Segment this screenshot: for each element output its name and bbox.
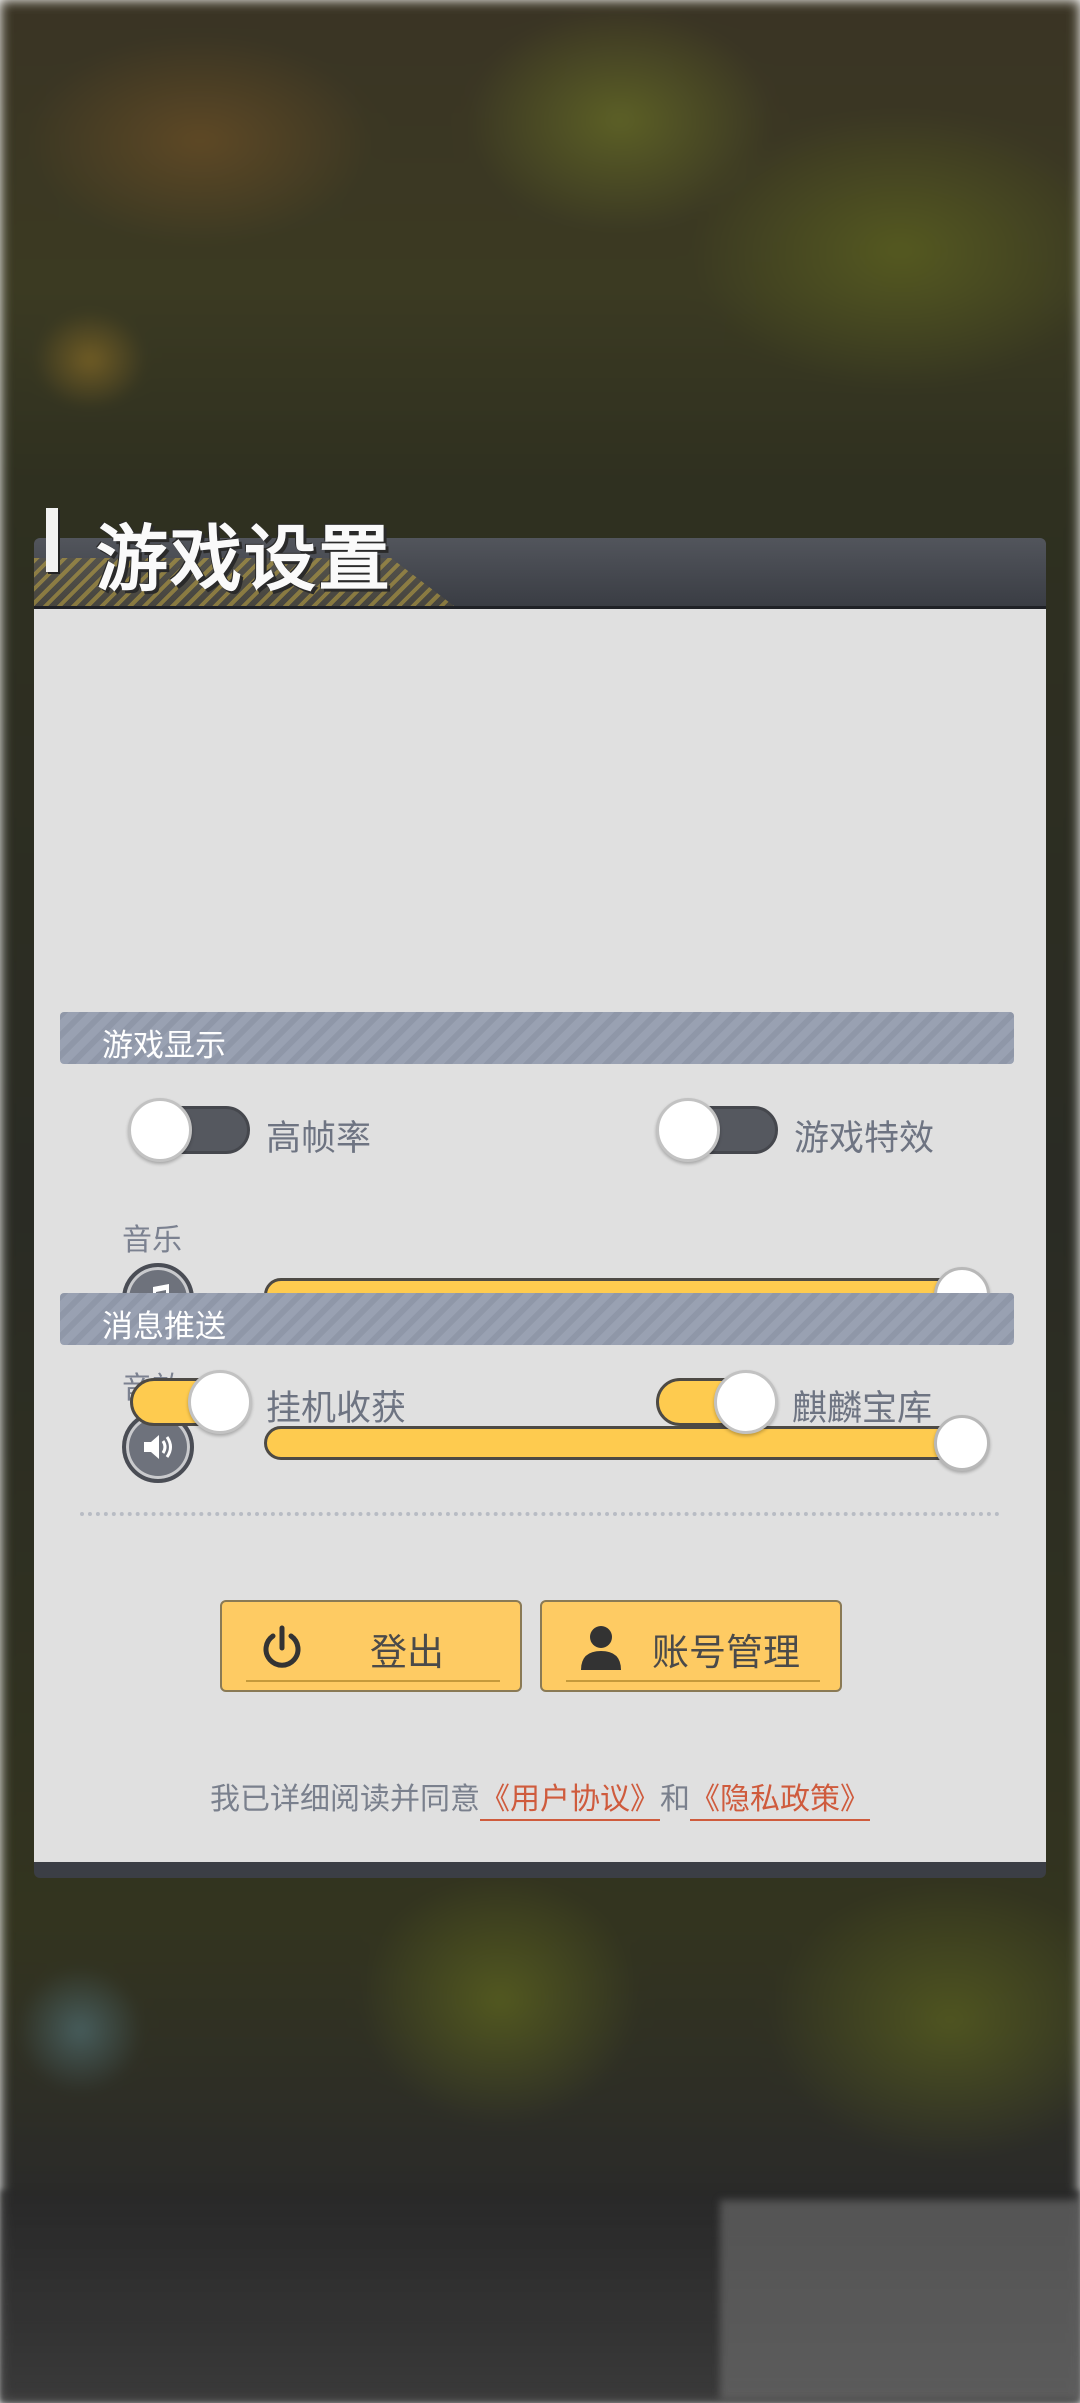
account-management-label: 账号管理 bbox=[652, 1631, 800, 1674]
idle-harvest-toggle[interactable] bbox=[126, 1370, 252, 1434]
high-fps-label: 高帧率 bbox=[266, 1119, 372, 1159]
sfx-volume-knob[interactable] bbox=[934, 1415, 990, 1471]
game-effects-toggle[interactable] bbox=[656, 1098, 782, 1162]
agreement-and: 和 bbox=[660, 1782, 690, 1817]
user-agreement-link[interactable]: 《用户协议》 bbox=[480, 1782, 660, 1821]
button-underline bbox=[246, 1680, 500, 1682]
game-effects-label: 游戏特效 bbox=[794, 1119, 935, 1159]
logout-label: 登出 bbox=[370, 1631, 444, 1674]
toggle-knob bbox=[656, 1098, 720, 1162]
treasury-label: 麒麟宝库 bbox=[792, 1389, 933, 1429]
display-section-title: 游戏显示 bbox=[102, 1028, 226, 1064]
blurred-bottom-right-panel bbox=[720, 2200, 1080, 2400]
panel-footer bbox=[34, 1862, 1046, 1878]
push-section-bar: 消息推送 bbox=[60, 1293, 1014, 1345]
toggle-knob bbox=[128, 1098, 192, 1162]
account-management-button[interactable]: 账号管理 bbox=[540, 1600, 842, 1692]
sfx-volume-slider[interactable] bbox=[264, 1426, 966, 1460]
panel-title: 游戏设置 bbox=[96, 517, 393, 601]
dotted-divider bbox=[80, 1512, 1000, 1516]
display-section-bar: 游戏显示 bbox=[60, 1012, 1014, 1064]
toggle-knob bbox=[714, 1370, 778, 1434]
panel-header: 游戏设置 bbox=[34, 508, 1046, 609]
idle-harvest-label: 挂机收获 bbox=[266, 1389, 407, 1429]
music-label: 音乐 bbox=[122, 1223, 182, 1258]
button-underline bbox=[566, 1680, 820, 1682]
agreement-text: 我已详细阅读并同意《用户协议》和《隐私政策》 bbox=[34, 1774, 1046, 1821]
treasury-toggle[interactable] bbox=[652, 1370, 778, 1434]
push-section-title: 消息推送 bbox=[102, 1309, 226, 1345]
privacy-policy-link[interactable]: 《隐私政策》 bbox=[690, 1782, 870, 1821]
toggle-knob bbox=[188, 1370, 252, 1434]
logout-button[interactable]: 登出 bbox=[220, 1600, 522, 1692]
title-accent-bar bbox=[46, 508, 58, 572]
user-icon bbox=[581, 1626, 621, 1670]
settings-panel: 游戏设置 音乐 音效 游戏显示 高帧率 游戏特效 消息推送 挂机收获 bbox=[34, 508, 1046, 1878]
power-icon bbox=[263, 1625, 301, 1668]
high-fps-toggle[interactable] bbox=[128, 1098, 254, 1162]
agreement-prefix: 我已详细阅读并同意 bbox=[210, 1782, 480, 1817]
